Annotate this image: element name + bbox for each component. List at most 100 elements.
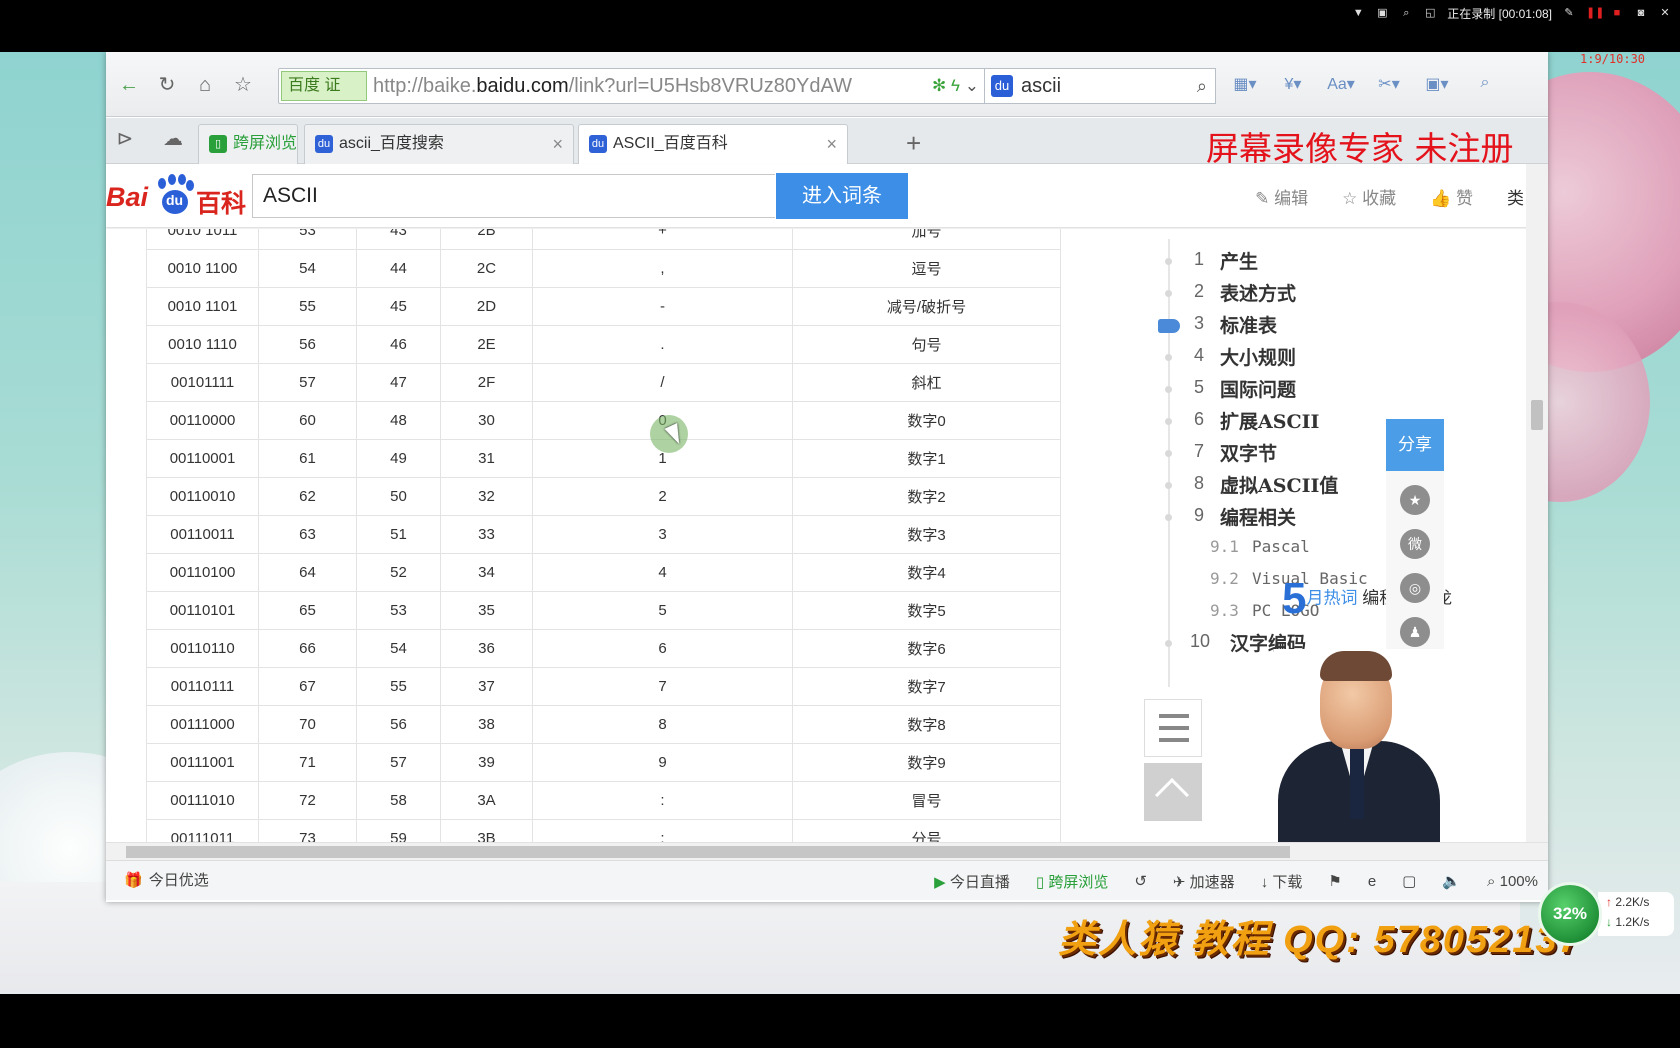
sidebar-toggle-icon[interactable]: ⊳: [110, 124, 140, 154]
decimal-cell: 52: [356, 553, 441, 592]
recorder-watermark: 屏幕录像专家 未注册: [1206, 129, 1514, 168]
toc-item[interactable]: 3 标准表: [1156, 311, 1486, 341]
decimal-cell: 53: [356, 591, 441, 630]
accelerator-button[interactable]: ✈ 加速器: [1173, 871, 1235, 892]
network-speed-widget[interactable]: ↑ 2.2K/s ↓ 1.2K/s 32%: [1538, 882, 1674, 946]
pen-icon[interactable]: ✎: [1562, 7, 1576, 19]
decimal-cell: 47: [356, 363, 441, 402]
translate-icon[interactable]: Aa▾: [1324, 74, 1358, 94]
history-icon[interactable]: ↺: [1134, 872, 1147, 890]
share-button[interactable]: 分享: [1386, 419, 1444, 471]
enter-entry-button[interactable]: 进入词条: [776, 173, 908, 219]
tab-label: ascii_百度搜索: [339, 135, 444, 152]
refresh-icon[interactable]: ↻: [152, 70, 182, 100]
favorite-icon[interactable]: ☆: [228, 70, 258, 100]
horizontal-scroll-thumb[interactable]: [126, 846, 1290, 858]
certified-badge[interactable]: 百度 证: [281, 71, 367, 101]
home-icon[interactable]: ⌂: [190, 70, 220, 100]
new-tab-icon[interactable]: +: [906, 124, 921, 162]
window-mode-icon[interactable]: ▢: [1402, 872, 1416, 890]
toc-dot: [1165, 640, 1172, 647]
live-button[interactable]: ▶ 今日直播: [934, 871, 1010, 892]
qq-icon[interactable]: ♟: [1400, 617, 1430, 647]
download-speed: ↓ 1.2K/s: [1606, 915, 1650, 929]
memory-percent[interactable]: 32%: [1538, 882, 1602, 946]
apps-icon[interactable]: ▦▾: [1228, 74, 1262, 94]
weibo-icon[interactable]: 微: [1400, 529, 1430, 559]
ie-icon[interactable]: e: [1368, 873, 1376, 890]
speed-readout: ↑ 2.2K/s ↓ 1.2K/s: [1598, 892, 1674, 936]
table-row: 00101111 57 47 2F / 斜杠: [146, 363, 1061, 402]
tab-cross-screen[interactable]: ▯ 跨屏浏览: [198, 124, 298, 164]
back-to-top-button[interactable]: [1144, 763, 1202, 821]
region-icon[interactable]: ◱: [1423, 7, 1437, 19]
dropdown-icon[interactable]: ▼: [1351, 7, 1365, 19]
binary-cell: 00110000: [146, 401, 259, 440]
hex-cell: 32: [440, 477, 533, 516]
toc-label: 大小规则: [1220, 347, 1297, 369]
hex-cell: 3B: [440, 819, 533, 842]
flag-icon[interactable]: ⚑: [1328, 872, 1341, 890]
stop-icon[interactable]: ■: [1610, 7, 1624, 19]
table-row: 00110101 65 53 35 5 数字5: [146, 591, 1061, 630]
wallet-icon[interactable]: ¥▾: [1276, 74, 1310, 94]
browser-search-box[interactable]: du ascii ⌕: [984, 68, 1216, 104]
speedup-icon[interactable]: ✻ ϟ: [932, 76, 960, 95]
category-button[interactable]: 类: [1507, 184, 1524, 209]
horizontal-scrollbar[interactable]: [106, 842, 1548, 860]
close-tab-icon[interactable]: ×: [552, 125, 563, 163]
qzone-icon[interactable]: ★: [1400, 485, 1430, 515]
table-row: 00111010 72 58 3A: 冒号: [146, 781, 1061, 820]
zoom-icon[interactable]: ⌕: [1399, 7, 1413, 19]
baidu-paw-icon[interactable]: du: [991, 75, 1013, 97]
download-value: 1.2K/s: [1615, 915, 1650, 929]
wechat-icon[interactable]: ◎: [1400, 573, 1430, 603]
tab-ascii-baike[interactable]: du ASCII_百度百科 ×: [578, 124, 848, 165]
image-icon[interactable]: ▣▾: [1420, 74, 1454, 94]
address-text[interactable]: http://baike.baidu.com/link?url=U5Hsb8VR…: [373, 69, 933, 103]
pause-icon[interactable]: ❚❚: [1586, 7, 1604, 19]
binary-cell: 00110010: [146, 477, 259, 516]
like-button[interactable]: 👍 赞: [1430, 184, 1473, 209]
char-cell: ,: [532, 249, 793, 288]
toc-menu-button[interactable]: [1144, 699, 1202, 757]
toc-item[interactable]: 2 表述方式: [1156, 279, 1486, 309]
close-tab-icon[interactable]: ×: [826, 125, 837, 163]
table-row: 001100006048300数字0: [146, 401, 1061, 440]
find-icon[interactable]: ⌕: [1468, 74, 1502, 94]
baike-logo[interactable]: Bai du 百科: [106, 174, 246, 218]
edit-button[interactable]: ✎ 编辑: [1255, 184, 1308, 209]
address-bar[interactable]: 百度 证 http://baike.baidu.com/link?url=U5H…: [278, 68, 986, 104]
binary-cell: 00110101: [146, 591, 259, 630]
today-picks[interactable]: 🎁 今日优选: [124, 861, 209, 901]
back-icon[interactable]: ←: [114, 70, 144, 100]
baike-search-input[interactable]: ASCII: [252, 174, 775, 218]
toc-item[interactable]: 1 产生: [1156, 247, 1486, 277]
meaning-cell: 数字0: [792, 401, 1061, 440]
screenshot-icon[interactable]: ✂▾: [1372, 74, 1406, 94]
binary-cell: 00110001: [146, 439, 259, 478]
address-dropdown-icon[interactable]: ⌄: [965, 76, 979, 95]
search-value[interactable]: ascii: [1021, 69, 1061, 103]
toc-label: 编程相关: [1220, 507, 1297, 529]
octal-cell: 53: [258, 229, 357, 250]
camera-icon[interactable]: ◙: [1634, 7, 1648, 19]
search-icon[interactable]: ⌕: [1197, 69, 1207, 103]
toc-item[interactable]: 4 大小规则: [1156, 343, 1486, 373]
table-row: 00110100 64 52 34 4 数字4: [146, 553, 1061, 592]
zoom-button[interactable]: ⌕ 100%: [1487, 873, 1538, 890]
volume-icon[interactable]: 🔈: [1442, 872, 1461, 890]
toc-item[interactable]: 5 国际问题: [1156, 375, 1486, 405]
tab-ascii-search[interactable]: du ascii_百度搜索 ×: [304, 124, 574, 164]
cross-screen-button[interactable]: ▯ 跨屏浏览: [1036, 871, 1108, 892]
toc-number: 2: [1194, 281, 1205, 301]
collect-button[interactable]: ☆ 收藏: [1342, 184, 1396, 209]
decimal-cell: 55: [356, 667, 441, 706]
close-icon[interactable]: ✕: [1658, 7, 1672, 19]
vertical-scroll-thumb[interactable]: [1531, 400, 1543, 430]
window-icon[interactable]: ▣: [1375, 7, 1389, 19]
hot-person-photo[interactable]: [1274, 649, 1444, 842]
download-button[interactable]: ↓ 下载: [1261, 871, 1303, 892]
cloud-icon[interactable]: ☁: [158, 124, 188, 154]
vertical-scrollbar[interactable]: [1526, 164, 1548, 842]
